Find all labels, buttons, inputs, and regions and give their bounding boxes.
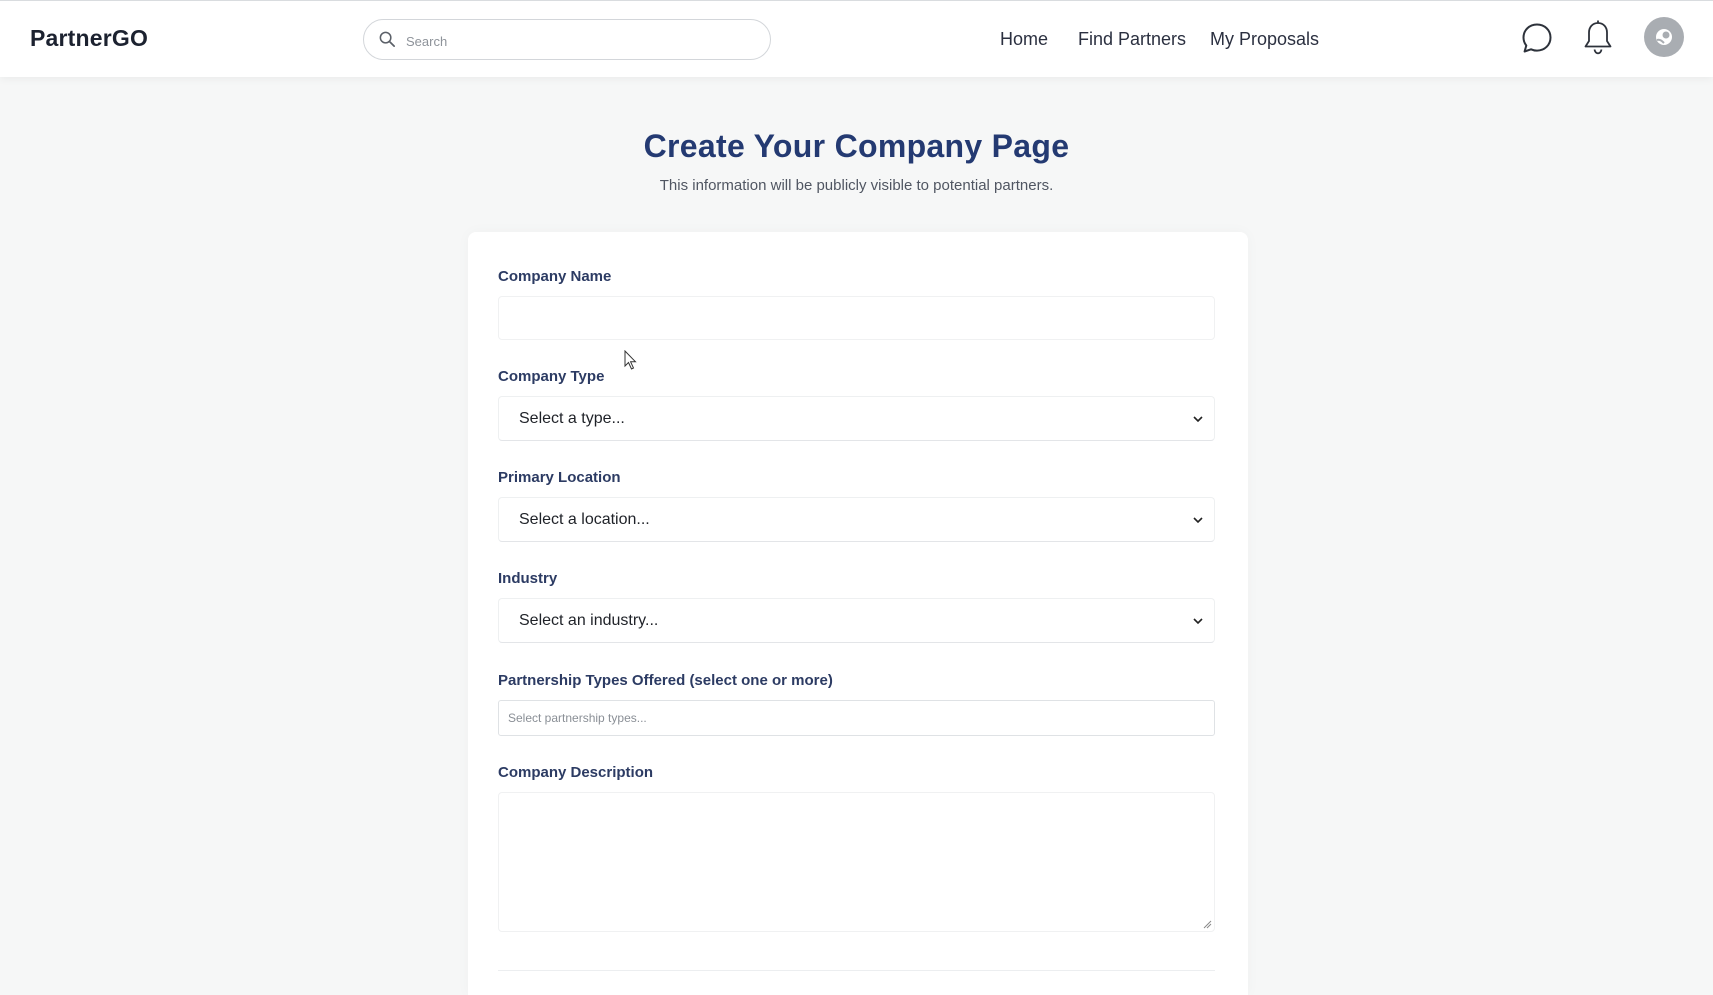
chevron-down-icon: [1193, 517, 1203, 524]
page-title: Create Your Company Page: [643, 128, 1070, 164]
app-logo[interactable]: PartnerGO: [30, 25, 148, 52]
user-avatar-icon: [1656, 29, 1672, 45]
page-subtitle: This information will be publicly visibl…: [659, 177, 1054, 194]
top-navigation-bar: PartnerGO Home Find Partners My Proposal…: [0, 0, 1713, 77]
resize-handle-icon[interactable]: [1202, 919, 1212, 929]
company-type-selected-value: Select a type...: [519, 410, 625, 427]
company-type-select[interactable]: Select a type...: [498, 396, 1215, 441]
company-type-label: Company Type: [498, 368, 605, 385]
partnership-types-placeholder: Select partnership types...: [508, 711, 647, 725]
search-input[interactable]: [404, 28, 758, 54]
avatar[interactable]: [1644, 17, 1684, 57]
company-description-textarea[interactable]: [498, 792, 1215, 932]
bell-icon: [1584, 20, 1612, 55]
nav-link-my-proposals[interactable]: My Proposals: [1210, 29, 1319, 50]
search-box[interactable]: [363, 19, 771, 60]
primary-location-select[interactable]: Select a location...: [498, 497, 1215, 542]
primary-location-label: Primary Location: [498, 469, 621, 486]
industry-selected-value: Select an industry...: [519, 612, 659, 629]
company-name-input[interactable]: [498, 296, 1215, 340]
company-name-label: Company Name: [498, 268, 612, 285]
partnership-types-multiselect[interactable]: Select partnership types...: [498, 700, 1215, 736]
company-description-label: Company Description: [498, 764, 654, 781]
chevron-down-icon: [1193, 618, 1203, 625]
primary-location-selected-value: Select a location...: [519, 511, 650, 528]
chevron-down-icon: [1193, 416, 1203, 423]
industry-select[interactable]: Select an industry...: [498, 598, 1215, 643]
company-form-card: Company Name Company Type Select a type.…: [468, 232, 1248, 995]
partnership-types-label: Partnership Types Offered (select one or…: [498, 672, 833, 689]
chat-icon: [1522, 23, 1552, 53]
notifications-button[interactable]: [1578, 18, 1618, 58]
industry-label: Industry: [498, 570, 558, 587]
messages-button[interactable]: [1517, 18, 1557, 58]
mouse-cursor-icon: [624, 350, 637, 370]
form-divider: [498, 970, 1215, 971]
nav-link-find-partners[interactable]: Find Partners: [1078, 29, 1186, 50]
nav-link-home[interactable]: Home: [1000, 29, 1048, 50]
search-icon: [379, 31, 396, 48]
